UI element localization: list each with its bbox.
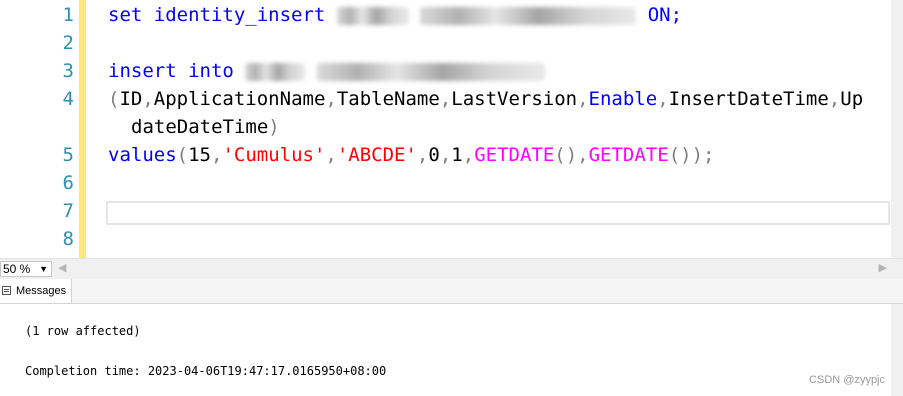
- message-completion-time: Completion time: 2023-04-06T19:47:17.016…: [25, 364, 387, 378]
- comma: ,: [657, 88, 669, 110]
- query-editor[interactable]: 1 2 3 4 5 6 7 8 set identity_insert ON; …: [0, 0, 903, 258]
- number-literal: 15: [188, 144, 211, 166]
- line-number-gutter: 1 2 3 4 5 6 7 8: [0, 0, 78, 258]
- code-area[interactable]: set identity_insert ON; insert into (ID,…: [108, 0, 863, 242]
- editor-status-strip: 50 % ▼ ◀ ▶: [0, 258, 903, 279]
- comma: ,: [439, 144, 452, 166]
- comma: ,: [416, 144, 429, 166]
- column-name: dateDateTime: [131, 116, 269, 138]
- parens: (): [668, 144, 692, 166]
- editor-vertical-scrollbar[interactable]: [891, 0, 903, 258]
- line-number: 6: [62, 172, 74, 194]
- comma: ,: [577, 88, 589, 110]
- string-literal: 'ABCDE': [336, 144, 417, 166]
- number-literal: 1: [451, 144, 463, 166]
- scroll-right-icon[interactable]: ▶: [879, 261, 887, 274]
- number-literal: 0: [428, 144, 440, 166]
- zoom-dropdown[interactable]: 50 % ▼: [0, 261, 52, 277]
- keyword: values: [108, 144, 177, 166]
- function-name: GETDATE: [588, 144, 669, 166]
- code-line-4: (ID,ApplicationName,TableName,LastVersio…: [108, 85, 863, 113]
- redacted-blur: [245, 62, 306, 81]
- messages-vertical-scrollbar[interactable]: [891, 304, 903, 396]
- column-name: InsertDateTime: [668, 88, 829, 110]
- code-line-5: values(15,'Cumulus','ABCDE',0,1,GETDATE(…: [108, 141, 714, 169]
- line-number: 7: [62, 200, 74, 222]
- scroll-left-icon[interactable]: ◀: [58, 261, 66, 274]
- keyword: set identity_insert: [108, 4, 326, 26]
- message-row-affected: (1 row affected): [25, 324, 141, 338]
- line-number: 2: [62, 32, 74, 54]
- line-number: 3: [62, 60, 74, 82]
- change-tracking-bar: [79, 0, 86, 258]
- messages-icon: [2, 286, 11, 295]
- comma: ,: [325, 144, 337, 166]
- zoom-value: 50 %: [3, 262, 31, 276]
- open-paren: (: [108, 88, 120, 110]
- line-number: 8: [62, 228, 74, 250]
- results-tab-strip: Messages: [0, 279, 903, 304]
- comma: ,: [325, 88, 337, 110]
- column-name: ID: [119, 88, 143, 110]
- tab-messages[interactable]: Messages: [0, 279, 72, 303]
- comma: ,: [462, 144, 475, 166]
- column-name: ApplicationName: [153, 88, 326, 110]
- code-line-1: set identity_insert ON;: [108, 1, 682, 29]
- line-number: 4: [62, 88, 74, 110]
- current-line-highlight: [106, 201, 890, 225]
- messages-pane[interactable]: (1 row affected) Completion time: 2023-0…: [0, 304, 903, 396]
- redacted-blur: [420, 6, 637, 25]
- function-name: GETDATE: [474, 144, 555, 166]
- line-number: 5: [62, 144, 74, 166]
- column-name: LastVersion: [451, 88, 578, 110]
- comma: ,: [828, 88, 841, 110]
- keyword: ON;: [647, 4, 683, 26]
- column-name: TableName: [336, 88, 440, 110]
- column-name: Up: [840, 88, 864, 110]
- comma: ,: [577, 144, 589, 166]
- line-number: 1: [62, 4, 74, 26]
- chevron-down-icon: ▼: [39, 264, 48, 274]
- column-name: Enable: [588, 88, 658, 110]
- redacted-blur: [336, 6, 409, 25]
- tab-label: Messages: [16, 285, 67, 297]
- keyword: insert into: [108, 60, 234, 82]
- statement-end: );: [691, 144, 715, 166]
- redacted-blur: [316, 62, 545, 81]
- parens: (): [554, 144, 578, 166]
- watermark: CSDN @zyypjc: [809, 374, 885, 386]
- code-line-4-wrap: dateDateTime): [131, 113, 280, 141]
- open-paren: (: [176, 144, 189, 166]
- comma: ,: [439, 88, 452, 110]
- comma: ,: [210, 144, 223, 166]
- code-line-3: insert into: [108, 57, 545, 85]
- close-paren: ): [268, 116, 280, 138]
- comma: ,: [142, 88, 154, 110]
- string-literal: 'Cumulus': [222, 144, 326, 166]
